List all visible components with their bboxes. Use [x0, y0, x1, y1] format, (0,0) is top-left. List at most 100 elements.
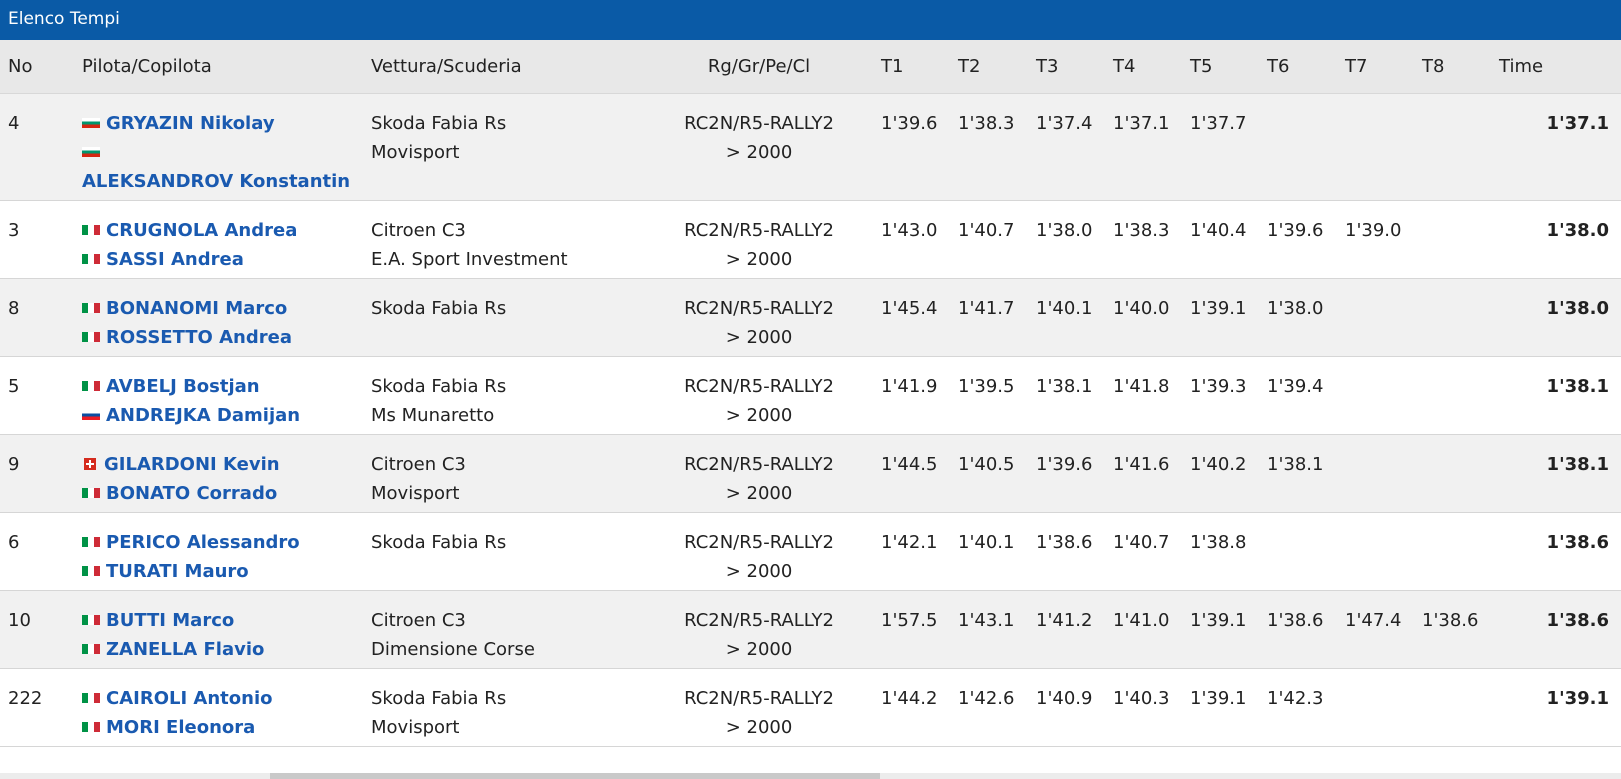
cell-crew: BONANOMI Marco ROSSETTO Andrea [74, 278, 363, 357]
table-row[interactable]: 6 PERICO Alessandro TURATI Mauro Skoda Fabi… [0, 512, 1621, 591]
cell-no: 5 [0, 356, 74, 435]
driver-name-link[interactable]: CAIROLI Antonio [106, 688, 273, 709]
bulgaria-flag-icon [82, 147, 100, 157]
codriver-name-link[interactable]: TURATI Mauro [106, 561, 249, 582]
codriver-name-link[interactable]: ZANELLA Flavio [106, 639, 264, 660]
codriver-line: ANDREJKA Damijan [82, 401, 363, 430]
class-group: RC2N/R5-RALLY2 [684, 298, 834, 319]
codriver-name-link[interactable]: ANDREJKA Damijan [106, 405, 300, 426]
col-header-t8[interactable]: T8 [1414, 40, 1491, 94]
driver-name-link[interactable]: GRYAZIN Nikolay [106, 113, 275, 134]
cell-t3: 1'39.6 [1028, 434, 1105, 513]
driver-line: BONANOMI Marco [82, 294, 363, 323]
cell-class: RC2N/R5-RALLY2 > 2000 [645, 93, 873, 201]
team-name: E.A. Sport Investment [371, 249, 568, 270]
cell-t6: 1'42.3 [1259, 668, 1337, 747]
driver-line: GRYAZIN Nikolay [82, 109, 363, 138]
cell-t1: 1'41.9 [873, 356, 950, 435]
car-name: Citroen C3 [371, 610, 466, 631]
car-name: Citroen C3 [371, 454, 466, 475]
car-name: Skoda Fabia Rs [371, 113, 507, 134]
cell-t5: 1'39.1 [1182, 278, 1259, 357]
table-row[interactable]: 3 CRUGNOLA Andrea SASSI Andrea Citroen C3 E.… [0, 200, 1621, 279]
col-header-class[interactable]: Rg/Gr/Pe/Cl [645, 40, 873, 94]
table-row[interactable]: 222 CAIROLI Antonio MORI Eleonora Skoda Fab… [0, 668, 1621, 747]
cell-t3: 1'38.1 [1028, 356, 1105, 435]
driver-name-link[interactable]: BONANOMI Marco [106, 298, 287, 319]
cell-car: Skoda Fabia Rs Movisport [363, 93, 645, 201]
class-displacement: > 2000 [725, 142, 793, 163]
codriver-name-link[interactable]: BONATO Corrado [106, 483, 277, 504]
italy-flag-icon [82, 693, 100, 703]
codriver-line [82, 138, 363, 167]
col-header-no[interactable]: No [0, 40, 74, 94]
class-group: RC2N/R5-RALLY2 [684, 113, 834, 134]
col-header-t6[interactable]: T6 [1259, 40, 1337, 94]
cell-no: 3 [0, 200, 74, 279]
col-header-time[interactable]: Time [1491, 40, 1621, 94]
cell-t6: 1'39.4 [1259, 356, 1337, 435]
cell-t2: 1'41.7 [950, 278, 1028, 357]
driver-name-link[interactable]: CRUGNOLA Andrea [106, 220, 297, 241]
col-header-t2[interactable]: T2 [950, 40, 1028, 94]
col-header-t1[interactable]: T1 [873, 40, 950, 94]
cell-no: 10 [0, 590, 74, 669]
cell-car: Skoda Fabia Rs Movisport [363, 668, 645, 747]
cell-t4: 1'38.3 [1105, 200, 1182, 279]
driver-line: BUTTI Marco [82, 606, 363, 635]
team-name: Movisport [371, 483, 460, 504]
cell-t5: 1'38.8 [1182, 512, 1259, 591]
col-header-car[interactable]: Vettura/Scuderia [363, 40, 645, 94]
cell-t2: 1'38.3 [950, 93, 1028, 201]
cell-car: Skoda Fabia Rs Ms Munaretto [363, 356, 645, 435]
driver-name-link[interactable]: BUTTI Marco [106, 610, 234, 631]
cell-t1: 1'57.5 [873, 590, 950, 669]
col-header-t4[interactable]: T4 [1105, 40, 1182, 94]
class-displacement: > 2000 [725, 327, 793, 348]
codriver-line: ROSSETTO Andrea [82, 323, 363, 352]
class-displacement: > 2000 [725, 249, 793, 270]
table-row[interactable]: 4 GRYAZIN Nikolay ALEKSANDROV Konstantin Sk… [0, 93, 1621, 201]
driver-line: CRUGNOLA Andrea [82, 216, 363, 245]
class-group: RC2N/R5-RALLY2 [684, 220, 834, 241]
col-header-t7[interactable]: T7 [1337, 40, 1414, 94]
codriver-name-link[interactable]: SASSI Andrea [106, 249, 244, 270]
table-row[interactable]: 8 BONANOMI Marco ROSSETTO Andrea Skoda Fabi… [0, 278, 1621, 357]
cell-t4: 1'40.0 [1105, 278, 1182, 357]
driver-line: AVBELJ Bostjan [82, 372, 363, 401]
cell-t6 [1259, 512, 1337, 591]
col-header-t5[interactable]: T5 [1182, 40, 1259, 94]
cell-t8 [1414, 200, 1491, 279]
cell-t5: 1'39.1 [1182, 590, 1259, 669]
team-name: Movisport [371, 142, 460, 163]
team-name: Dimensione Corse [371, 639, 535, 660]
col-header-t3[interactable]: T3 [1028, 40, 1105, 94]
table-row[interactable]: 10 BUTTI Marco ZANELLA Flavio Citroen C3 Dim… [0, 590, 1621, 669]
codriver-name-link[interactable]: ALEKSANDROV Konstantin [82, 171, 350, 192]
cell-best-time: 1'38.1 [1491, 434, 1621, 513]
cell-t8 [1414, 668, 1491, 747]
cell-t2: 1'40.7 [950, 200, 1028, 279]
times-table-container: No Pilota/Copilota Vettura/Scuderia Rg/G… [0, 40, 1621, 779]
italy-flag-icon [82, 225, 100, 235]
horizontal-scrollbar[interactable] [0, 773, 1621, 779]
italy-flag-icon [82, 566, 100, 576]
col-header-crew[interactable]: Pilota/Copilota [74, 40, 363, 94]
cell-t2: 1'42.6 [950, 668, 1028, 747]
codriver-line: ZANELLA Flavio [82, 635, 363, 664]
panel-title: Elenco Tempi [0, 0, 1621, 40]
scrollbar-thumb[interactable] [270, 773, 880, 779]
cell-car: Skoda Fabia Rs [363, 278, 645, 357]
driver-name-link[interactable]: PERICO Alessandro [106, 532, 300, 553]
table-row[interactable]: 9 GILARDONI Kevin BONATO Corrado Citroen C3… [0, 434, 1621, 513]
cell-t1: 1'44.2 [873, 668, 950, 747]
cell-t3: 1'38.0 [1028, 200, 1105, 279]
codriver-name-link[interactable]: ROSSETTO Andrea [106, 327, 292, 348]
driver-name-link[interactable]: AVBELJ Bostjan [106, 376, 260, 397]
switzerland-flag-icon [84, 458, 96, 470]
table-row[interactable]: 5 AVBELJ Bostjan ANDREJKA Damijan Skoda Fab… [0, 356, 1621, 435]
car-name: Citroen C3 [371, 220, 466, 241]
cell-best-time: 1'37.1 [1491, 93, 1621, 201]
codriver-name-link[interactable]: MORI Eleonora [106, 717, 255, 738]
driver-name-link[interactable]: GILARDONI Kevin [104, 454, 280, 475]
